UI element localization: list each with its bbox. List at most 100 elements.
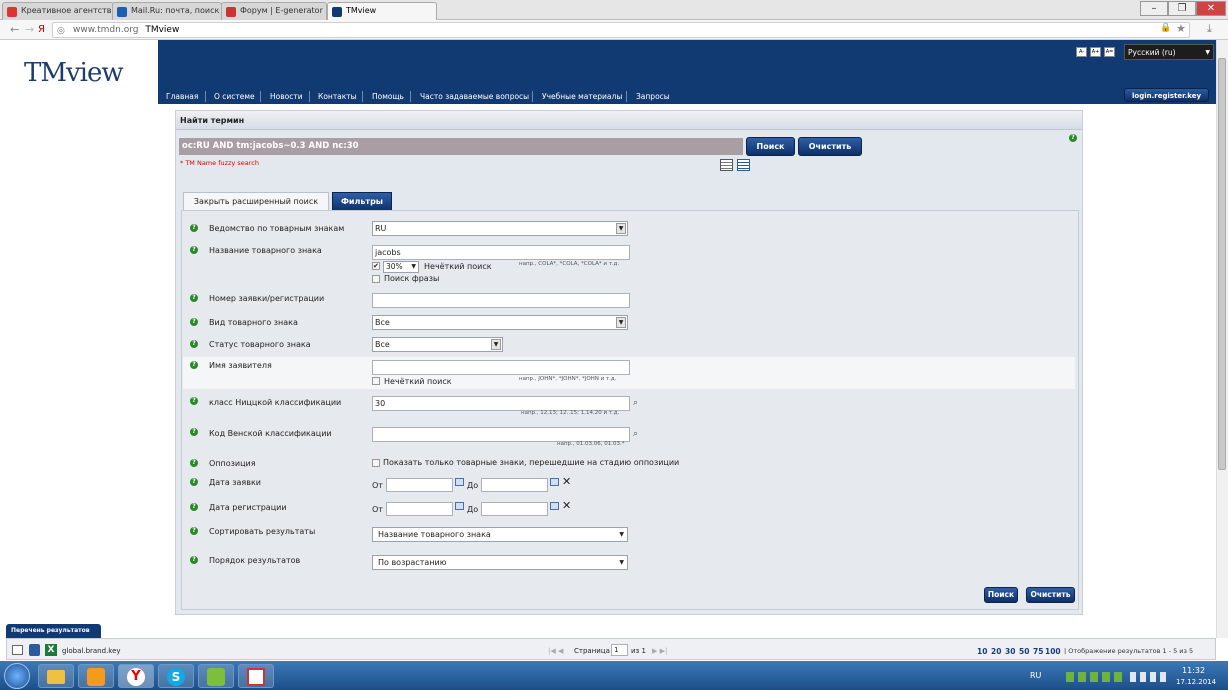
clear-date-icon[interactable]: ✕ — [562, 476, 571, 487]
magnifier-icon[interactable]: ⌕ — [633, 399, 642, 408]
vienna-input[interactable] — [372, 427, 630, 442]
forward-button[interactable]: → — [25, 23, 34, 36]
clock-time[interactable]: 11:32 — [1182, 666, 1205, 675]
calendar-icon[interactable] — [550, 478, 559, 486]
reg-date-from-input[interactable] — [386, 502, 453, 516]
page-size-100[interactable]: 100 — [1045, 647, 1061, 656]
list-view-icon[interactable] — [737, 159, 750, 171]
taskbar-explorer[interactable] — [38, 664, 74, 688]
calendar-icon[interactable] — [455, 478, 464, 486]
download-icon[interactable]: ⤓ — [1207, 22, 1212, 36]
nice-class-input[interactable]: 30 — [372, 396, 630, 411]
opposition-checkbox[interactable] — [372, 459, 380, 467]
tab-filters[interactable]: Фильтры — [332, 192, 392, 211]
maximize-button[interactable]: ❐ — [1168, 1, 1196, 16]
help-icon[interactable]: ? — [190, 503, 198, 511]
query-input[interactable]: oc:RU AND tm:jacobs~0.3 AND nc:30 — [179, 138, 743, 155]
applicant-fuzzy-checkbox[interactable] — [372, 377, 380, 385]
app-date-from-input[interactable] — [386, 478, 453, 492]
nav-news[interactable]: Новости — [270, 92, 303, 101]
app-date-to-input[interactable] — [481, 478, 548, 492]
language-select[interactable]: Русский (ru) ▼ — [1124, 44, 1214, 60]
form-search-button[interactable]: Поиск — [984, 587, 1018, 603]
help-icon[interactable]: ? — [190, 556, 198, 564]
scrollbar-thumb[interactable] — [1218, 58, 1226, 470]
tray-system-icons[interactable] — [1130, 672, 1170, 682]
help-icon[interactable]: ? — [190, 318, 198, 326]
star-icon[interactable]: ★ — [1176, 22, 1186, 35]
help-icon[interactable]: ? — [190, 246, 198, 254]
browser-tab-1[interactable]: Креативное агентство I — [2, 2, 114, 20]
results-tab[interactable]: Перечень результатов — [6, 624, 101, 638]
font-reset-button[interactable]: A= — [1104, 47, 1115, 57]
reg-date-to-input[interactable] — [481, 502, 548, 516]
phrase-search-checkbox[interactable] — [372, 275, 380, 283]
minimize-button[interactable]: – — [1140, 1, 1168, 16]
taskbar-skype[interactable]: S — [158, 664, 194, 688]
help-icon[interactable]: ? — [190, 340, 198, 348]
app-number-input[interactable] — [372, 293, 630, 308]
taskbar-app[interactable] — [198, 664, 234, 688]
clear-date-icon[interactable]: ✕ — [562, 500, 571, 511]
url-field[interactable]: ◎ www.tmdn.org TMview — [52, 22, 1190, 38]
nav-contacts[interactable]: Контакты — [318, 92, 357, 101]
tm-name-input[interactable]: jacobs — [372, 245, 630, 260]
site-logo[interactable]: TMview — [24, 58, 124, 88]
nav-faq[interactable]: Часто задаваемые вопросы — [420, 92, 529, 101]
clear-button[interactable]: Очистить — [798, 137, 862, 156]
help-icon[interactable]: ? — [190, 478, 198, 486]
browser-tab-2[interactable]: Mail.Ru: почта, поиск в — [112, 2, 222, 20]
help-icon[interactable]: ? — [190, 428, 198, 436]
font-decrease-button[interactable]: A- — [1076, 47, 1087, 57]
browser-tab-4[interactable]: TMview — [327, 2, 437, 20]
tab-close-advanced-search[interactable]: Закрыть расширенный поиск — [183, 192, 329, 211]
office-select[interactable]: RU ▼ — [372, 221, 628, 236]
grid-view-icon[interactable] — [720, 159, 733, 171]
help-icon[interactable]: ? — [190, 397, 198, 405]
nav-home[interactable]: Главная — [166, 92, 198, 101]
login-button[interactable]: login.register.key — [1124, 88, 1209, 102]
back-button[interactable]: ← — [10, 23, 19, 36]
nav-tutorials[interactable]: Учебные материалы — [542, 92, 622, 101]
help-icon[interactable]: ? — [190, 527, 198, 535]
help-icon[interactable]: ? — [190, 294, 198, 302]
page-size-50[interactable]: 50 — [1019, 647, 1029, 656]
taskbar-paint[interactable] — [238, 664, 274, 688]
page-size-20[interactable]: 20 — [991, 647, 1001, 656]
last-page-icon[interactable]: ▶ ▶| — [652, 647, 667, 655]
help-icon[interactable]: ? — [1069, 134, 1077, 142]
form-clear-button[interactable]: Очистить — [1026, 587, 1075, 603]
yandex-menu-button[interactable]: Я — [38, 24, 45, 35]
order-select[interactable]: По возрастанию ▼ — [372, 555, 628, 570]
fuzzy-checkbox[interactable]: ✔ — [372, 262, 380, 270]
close-window-button[interactable]: ✕ — [1196, 1, 1226, 16]
page-size-10[interactable]: 10 — [977, 647, 987, 656]
nav-help[interactable]: Помощь — [372, 92, 404, 101]
clock-date[interactable]: 17.12.2014 — [1176, 678, 1216, 686]
browser-tab-3[interactable]: Форум | E-generator — [221, 2, 327, 20]
search-button[interactable]: Поиск — [746, 137, 795, 156]
tray-icons[interactable] — [1066, 672, 1126, 682]
sort-select[interactable]: Название товарного знака ▼ — [372, 527, 628, 542]
print-icon[interactable] — [29, 644, 40, 656]
first-page-icon[interactable]: |◀ ◀ — [548, 647, 563, 655]
tm-status-select[interactable]: Все ▼ — [372, 337, 503, 352]
input-language[interactable]: RU — [1030, 671, 1041, 680]
help-icon[interactable]: ? — [190, 459, 198, 467]
page-size-30[interactable]: 30 — [1005, 647, 1015, 656]
excel-icon[interactable]: X — [45, 644, 57, 656]
taskbar-yandex-browser[interactable]: Y — [118, 664, 154, 688]
tm-type-select[interactable]: Все ▼ — [372, 315, 628, 330]
page-input[interactable]: 1 — [611, 644, 628, 656]
taskbar-mail-agent[interactable] — [78, 664, 114, 688]
calendar-icon[interactable] — [455, 502, 464, 510]
applicant-input[interactable] — [372, 360, 630, 375]
email-icon[interactable] — [12, 645, 23, 655]
nav-about[interactable]: О системе — [214, 92, 255, 101]
help-icon[interactable]: ? — [190, 361, 198, 369]
font-increase-button[interactable]: A+ — [1090, 47, 1101, 57]
page-size-75[interactable]: 75 — [1033, 647, 1043, 656]
magnifier-icon[interactable]: ⌕ — [633, 430, 642, 439]
calendar-icon[interactable] — [550, 502, 559, 510]
fuzzy-percent-select[interactable]: 30% ▼ — [383, 261, 419, 273]
